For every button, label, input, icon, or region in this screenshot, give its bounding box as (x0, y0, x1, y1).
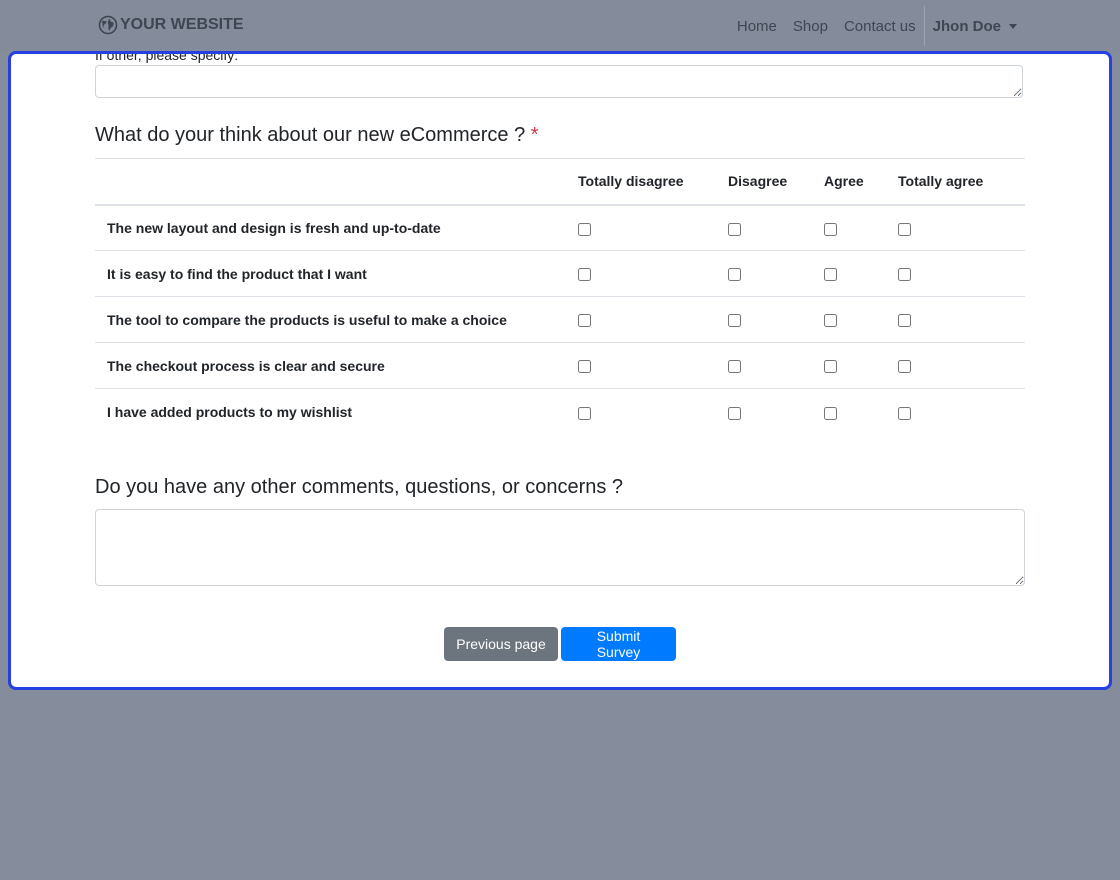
checkbox-totally-disagree[interactable] (578, 406, 591, 420)
cell-totally-disagree (578, 297, 728, 343)
checkbox-agree[interactable] (824, 314, 837, 328)
other-specify-label: If other, please specify: (95, 51, 239, 63)
cell-totally-disagree (578, 343, 728, 389)
col-header-totally-agree: Totally agree (898, 173, 984, 190)
nav-contact-link[interactable]: Contact us (844, 18, 916, 35)
cell-totally-agree (898, 251, 1025, 297)
cell-totally-agree (898, 297, 1025, 343)
col-header-disagree: Disagree (728, 173, 788, 190)
nav-shop-link[interactable]: Shop (793, 18, 828, 35)
cell-totally-disagree (578, 389, 728, 435)
submit-survey-button[interactable]: Submit Survey (561, 627, 676, 661)
nav-home-link[interactable]: Home (737, 18, 777, 35)
cell-disagree (728, 343, 824, 389)
checkbox-totally-agree[interactable] (898, 314, 911, 328)
checkbox-totally-agree[interactable] (898, 222, 911, 236)
checkbox-agree[interactable] (824, 268, 837, 282)
rating-matrix: Totally disagree Disagree Agree Totally … (95, 158, 1025, 435)
row-statement: The new layout and design is fresh and u… (107, 219, 441, 236)
checkbox-totally-agree[interactable] (898, 360, 911, 374)
cell-agree (824, 297, 898, 343)
table-row: It is easy to find the product that I wa… (95, 250, 1025, 297)
checkbox-totally-disagree[interactable] (578, 314, 591, 328)
checkbox-totally-agree[interactable] (898, 406, 911, 420)
nav-links: Home Shop Contact us Jhon Doe (737, 0, 1120, 52)
question-ecommerce-text: What do your think about our new eCommer… (95, 124, 526, 146)
question-ecommerce-title: What do your think about our new eCommer… (95, 124, 539, 147)
cell-disagree (728, 297, 824, 343)
nav-divider (923, 6, 925, 46)
row-statement: The checkout process is clear and secure (107, 357, 385, 374)
required-mark: * (530, 124, 539, 146)
col-header-totally-disagree: Totally disagree (578, 173, 684, 190)
previous-page-button[interactable]: Previous page (444, 627, 558, 661)
cell-agree (824, 251, 898, 297)
matrix-header-row: Totally disagree Disagree Agree Totally … (95, 158, 1025, 205)
checkbox-disagree[interactable] (728, 406, 741, 420)
caret-down-icon (1009, 23, 1017, 29)
cell-totally-disagree (578, 251, 728, 297)
cell-disagree (728, 389, 824, 435)
cell-agree (824, 205, 898, 251)
checkbox-totally-agree[interactable] (898, 268, 911, 282)
cell-disagree (728, 205, 824, 251)
user-name: Jhon Doe (932, 17, 1001, 35)
checkbox-agree[interactable] (824, 406, 837, 420)
survey-modal: If other, please specify: What do your t… (8, 51, 1112, 690)
checkbox-disagree[interactable] (728, 268, 741, 282)
table-row: The checkout process is clear and secure (95, 342, 1025, 389)
globe-icon (98, 15, 118, 35)
brand-text: YOUR WEBSITE (120, 16, 244, 33)
cell-totally-agree (898, 205, 1025, 251)
checkbox-disagree[interactable] (728, 360, 741, 374)
matrix-header-empty (95, 159, 578, 205)
checkbox-disagree[interactable] (728, 314, 741, 328)
checkbox-totally-disagree[interactable] (578, 222, 591, 236)
cell-totally-disagree (578, 205, 728, 251)
row-statement: The tool to compare the products is usef… (107, 311, 507, 328)
row-statement: I have added products to my wishlist (107, 403, 353, 420)
cell-agree (824, 389, 898, 435)
col-header-agree: Agree (824, 173, 864, 190)
checkbox-totally-disagree[interactable] (578, 360, 591, 374)
table-row: The new layout and design is fresh and u… (95, 205, 1025, 251)
cell-totally-agree (898, 343, 1025, 389)
checkbox-agree[interactable] (824, 360, 837, 374)
checkbox-disagree[interactable] (728, 222, 741, 236)
checkbox-agree[interactable] (824, 222, 837, 236)
user-dropdown[interactable]: Jhon Doe (933, 18, 1017, 35)
table-row: I have added products to my wishlist (95, 388, 1025, 435)
cell-disagree (728, 251, 824, 297)
checkbox-totally-disagree[interactable] (578, 268, 591, 282)
cell-agree (824, 343, 898, 389)
cell-totally-agree (898, 389, 1025, 435)
question-comments-title: Do you have any other comments, question… (95, 476, 624, 498)
row-statement: It is easy to find the product that I wa… (107, 265, 367, 282)
comments-textarea[interactable] (95, 509, 1025, 586)
brand-logo[interactable]: YOUR WEBSITE (98, 15, 244, 35)
table-row: The tool to compare the products is usef… (95, 296, 1025, 343)
other-specify-input[interactable] (95, 65, 1023, 98)
top-navbar: YOUR WEBSITE Home Shop Contact us Jhon D… (0, 0, 1120, 52)
